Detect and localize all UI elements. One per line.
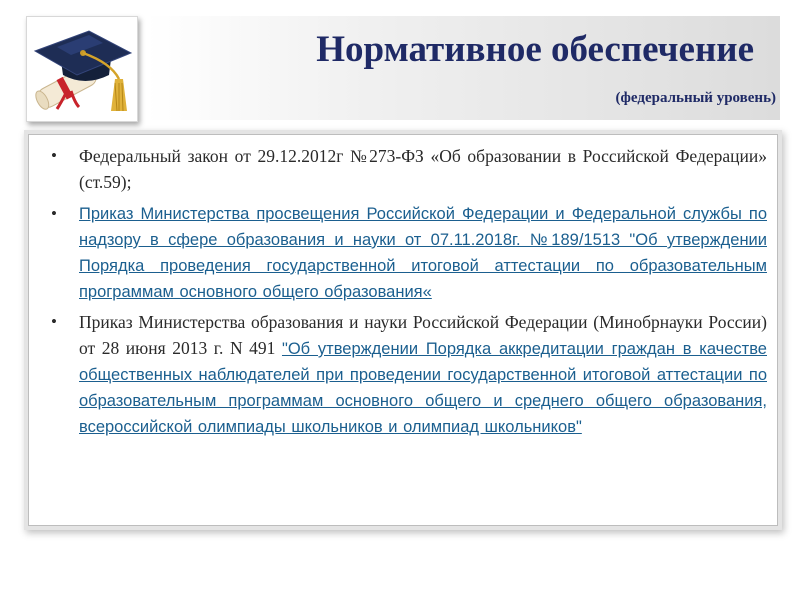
logo bbox=[26, 16, 138, 122]
page-subtitle: (федеральный уровень) bbox=[615, 90, 776, 106]
list-item-federal-law: • Федеральный закон от 29.12.2012г №273-… bbox=[45, 143, 767, 195]
content-panel: • Федеральный закон от 29.12.2012г №273-… bbox=[28, 134, 778, 526]
document-list: • Федеральный закон от 29.12.2012г №273-… bbox=[45, 143, 767, 440]
list-item-order-491: • Приказ Министерства образования и наук… bbox=[45, 309, 767, 440]
order-189-link[interactable]: Приказ Министерства просвещения Российск… bbox=[79, 205, 767, 301]
list-item-text: Федеральный закон от 29.12.2012г №273-ФЗ… bbox=[79, 146, 767, 192]
page-title: Нормативное обеспечение bbox=[316, 29, 754, 70]
bullet-icon: • bbox=[51, 312, 57, 331]
bullet-icon: • bbox=[51, 204, 57, 223]
bullet-icon: • bbox=[51, 146, 57, 165]
list-item-order-189[interactable]: • Приказ Министерства просвещения Россий… bbox=[45, 201, 767, 305]
header-band: Нормативное обеспечение (федеральный уро… bbox=[146, 16, 780, 120]
graduation-cap-icon bbox=[33, 30, 133, 112]
